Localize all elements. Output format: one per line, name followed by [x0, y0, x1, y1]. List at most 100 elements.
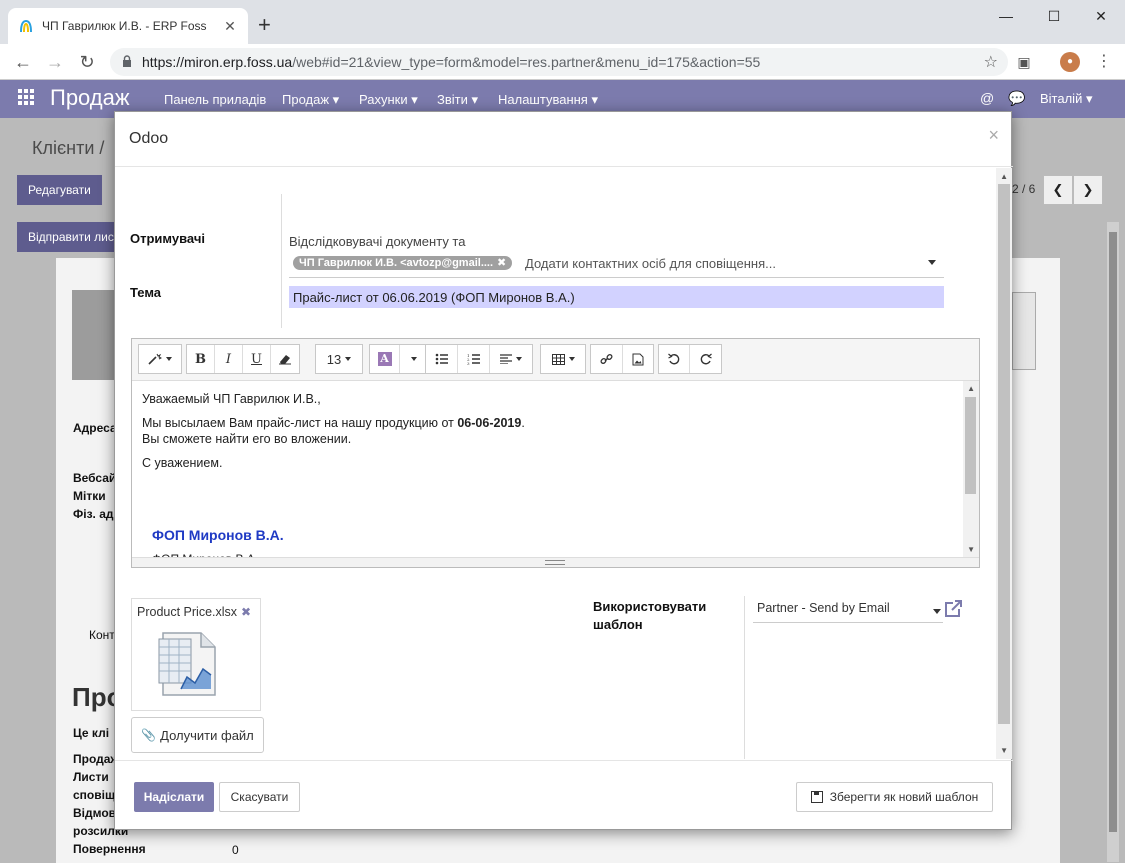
email-body-editor: B I U 13 A 1 2 3 Уважаемый ЧП Гаврилюк И…: [131, 338, 980, 568]
dialog-body: Отримувачі Тема Відслідковувачі документ…: [115, 168, 1013, 759]
magic-wand-icon[interactable]: [139, 345, 181, 373]
returns-label: Повернення: [73, 842, 146, 856]
editor-resize-handle[interactable]: [132, 557, 979, 567]
returns-value: 0: [232, 843, 239, 857]
style-group: [138, 344, 182, 374]
subject-input[interactable]: [289, 286, 944, 308]
chat-icon[interactable]: 💬: [1008, 90, 1025, 107]
paragraph-group: 123: [425, 344, 533, 374]
apps-grid-icon[interactable]: [18, 89, 34, 110]
dialog-footer: Надіслати Скасувати Зберегти як новий ша…: [115, 760, 1013, 831]
recipients-input[interactable]: Додати контактних осіб для сповіщення...: [525, 256, 776, 271]
phys-address-label: Фіз. ад: [73, 507, 114, 521]
align-icon[interactable]: [490, 345, 532, 373]
recipient-tag[interactable]: ЧП Гаврилюк И.В. <avtozp@gmail.... ✖: [293, 256, 513, 270]
editor-content[interactable]: Уважаемый ЧП Гаврилюк И.В., Мы высылаем …: [132, 381, 963, 559]
page-scrollbar-thumb[interactable]: [1109, 232, 1117, 832]
cancel-button[interactable]: Скасувати: [219, 782, 300, 812]
font-format-group: B I U: [186, 344, 300, 374]
menu-sales[interactable]: Продаж ▾: [282, 92, 339, 108]
recipients-field[interactable]: ЧП Гаврилюк И.В. <avtozp@gmail.... ✖ Дода…: [289, 256, 944, 278]
breadcrumb[interactable]: Клієнти /: [32, 138, 104, 159]
bullet-list-icon[interactable]: [426, 345, 458, 373]
tags-label: Мітки: [73, 489, 106, 503]
new-tab-button[interactable]: +: [258, 14, 271, 36]
scroll-down-icon[interactable]: ▼: [1000, 746, 1008, 755]
save-icon: [810, 791, 823, 803]
notices-label: сповіщ: [73, 788, 116, 802]
save-as-template-button[interactable]: Зберегти як новий шаблон: [796, 782, 993, 812]
remove-attachment-icon[interactable]: ✖: [241, 605, 251, 619]
bold-button[interactable]: B: [187, 345, 215, 373]
bookmark-star-icon[interactable]: ☆: [984, 52, 998, 72]
browser-menu-icon[interactable]: ⋮: [1094, 52, 1114, 72]
menu-dashboard[interactable]: Панель приладів: [164, 92, 266, 107]
close-icon[interactable]: ×: [988, 125, 999, 146]
url-text: https://miron.erp.foss.ua/web#id=21&view…: [142, 54, 761, 70]
browser-tab-strip: ЧП Гаврилюк И.В. - ERP Foss ✕ + — ☐ ✕: [0, 0, 1125, 44]
external-link-icon[interactable]: [944, 600, 964, 623]
compose-email-dialog: Odoo × Отримувачі Тема Відслідковувачі д…: [114, 111, 1013, 831]
editor-scrollbar-thumb[interactable]: [965, 397, 976, 494]
redo-icon[interactable]: [690, 345, 721, 373]
dialog-scrollbar-thumb[interactable]: [998, 184, 1010, 724]
profile-avatar-icon[interactable]: ●: [1060, 52, 1080, 72]
user-menu[interactable]: Віталій ▾: [1040, 91, 1092, 107]
scroll-up-icon[interactable]: ▲: [1000, 172, 1008, 181]
link-icon[interactable]: [591, 345, 623, 373]
underline-button[interactable]: U: [243, 345, 271, 373]
browser-toolbar: ← → ↻ https://miron.erp.foss.ua/web#id=2…: [0, 44, 1125, 80]
eraser-icon[interactable]: [271, 345, 299, 373]
grip-icon: [545, 560, 565, 565]
body-date: 06-06-2019: [457, 416, 522, 430]
browser-tab[interactable]: ЧП Гаврилюк И.В. - ERP Foss ✕: [8, 8, 248, 44]
color-group: A: [369, 344, 429, 374]
font-size-dropdown[interactable]: 13: [316, 345, 362, 373]
table-icon[interactable]: [541, 345, 585, 373]
maximize-window-icon[interactable]: ☐: [1031, 6, 1077, 26]
attach-file-button[interactable]: 📎 Долучити файл: [131, 717, 264, 753]
undo-icon[interactable]: [659, 345, 690, 373]
send-button[interactable]: Надіслати: [134, 782, 214, 812]
lock-icon: [122, 54, 132, 70]
forward-arrow-icon[interactable]: →: [44, 51, 66, 73]
scroll-down-icon[interactable]: ▼: [967, 545, 975, 554]
dialog-header: Odoo ×: [115, 112, 1013, 167]
smart-buttons: [1012, 292, 1036, 370]
scroll-up-icon[interactable]: ▲: [967, 384, 975, 393]
tab-contacts[interactable]: Конт: [89, 628, 115, 642]
table-group: [540, 344, 586, 374]
history-group: [658, 344, 722, 374]
text-color-button[interactable]: A: [370, 345, 400, 373]
back-arrow-icon[interactable]: ←: [12, 51, 34, 73]
italic-button[interactable]: I: [215, 345, 243, 373]
activity-icon[interactable]: @: [980, 90, 994, 106]
send-message-button[interactable]: Відправити лис: [17, 222, 125, 252]
url-bar[interactable]: https://miron.erp.foss.ua/web#id=21&view…: [110, 48, 1008, 76]
color-dropdown[interactable]: [400, 345, 428, 373]
menu-invoices[interactable]: Рахунки ▾: [359, 92, 418, 108]
template-select[interactable]: Partner - Send by Email: [753, 601, 943, 623]
close-tab-icon[interactable]: ✕: [222, 18, 238, 35]
numbered-list-icon[interactable]: 123: [458, 345, 490, 373]
pager-next-icon[interactable]: ❯: [1073, 175, 1103, 205]
attachment-card[interactable]: Product Price.xlsx ✖: [131, 598, 261, 711]
menu-settings[interactable]: Налаштування ▾: [498, 92, 598, 108]
refusal-label: Відмов: [73, 806, 117, 820]
minimize-window-icon[interactable]: —: [983, 6, 1029, 26]
pager: 2 / 6: [1012, 182, 1036, 196]
dialog-title: Odoo: [129, 130, 169, 147]
pager-prev-icon[interactable]: ❮: [1043, 175, 1073, 205]
extension-icon[interactable]: ▣: [1014, 52, 1034, 72]
menu-reports[interactable]: Звіти ▾: [437, 92, 478, 108]
use-template-label: Використовувати шаблон: [593, 599, 707, 632]
attachment-name: Product Price.xlsx ✖: [137, 605, 252, 619]
remove-tag-icon[interactable]: ✖: [497, 257, 506, 269]
edit-button[interactable]: Редагувати: [17, 175, 102, 205]
image-icon[interactable]: [623, 345, 653, 373]
signature-name: ФОП Миронов В.А.: [152, 527, 284, 543]
chevron-down-icon[interactable]: [928, 260, 936, 265]
reload-icon[interactable]: ↻: [76, 51, 98, 73]
chevron-down-icon[interactable]: [933, 609, 941, 614]
close-window-icon[interactable]: ✕: [1078, 6, 1124, 26]
